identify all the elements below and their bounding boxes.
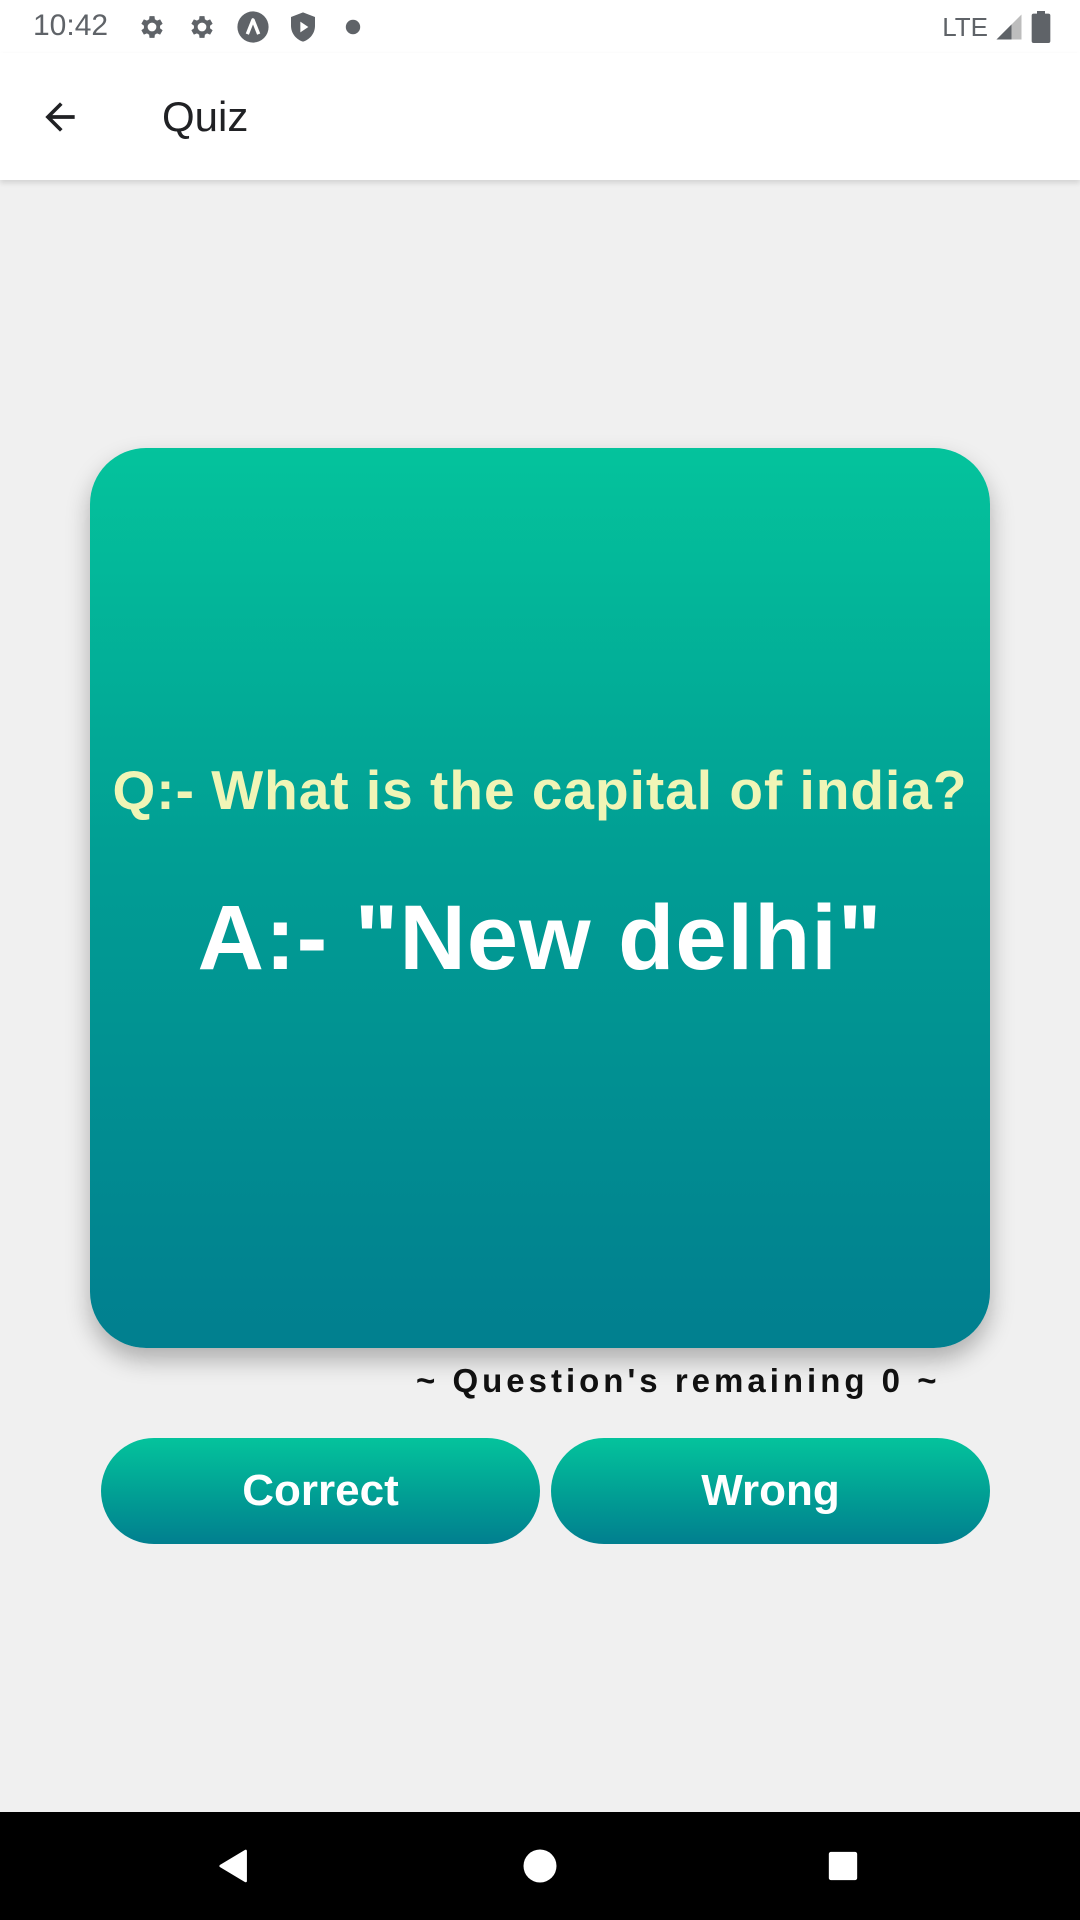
wrong-button[interactable]: Wrong bbox=[551, 1438, 990, 1544]
wrong-button-label: Wrong bbox=[701, 1466, 840, 1515]
back-button[interactable] bbox=[24, 81, 96, 153]
gear-icon bbox=[191, 16, 213, 38]
page-title: Quiz bbox=[162, 93, 249, 140]
status-right: LTE bbox=[942, 10, 1052, 44]
nav-back-icon bbox=[219, 1849, 247, 1883]
answer-text: A:- "New delhi" bbox=[197, 887, 883, 989]
nav-home-button[interactable] bbox=[506, 1832, 574, 1900]
network-type: LTE bbox=[942, 11, 988, 42]
correct-button-label: Correct bbox=[242, 1466, 399, 1515]
signal-icon bbox=[996, 14, 1022, 40]
question-text: Q:- What is the capital of india? bbox=[112, 759, 968, 821]
status-bar: 10:42 LTE bbox=[0, 0, 1080, 53]
dot-icon bbox=[345, 19, 361, 35]
arrow-back-icon bbox=[45, 102, 75, 132]
gear-icon bbox=[141, 16, 163, 38]
quiz-card: Q:- What is the capital of india? A:- "N… bbox=[90, 448, 990, 1348]
correct-button[interactable]: Correct bbox=[101, 1438, 540, 1544]
a-icon bbox=[237, 11, 269, 43]
shield-play-icon bbox=[291, 12, 315, 42]
app-bar: Quiz bbox=[0, 53, 1080, 180]
nav-recents-icon bbox=[828, 1851, 858, 1881]
questions-remaining-label: ~ Question's remaining 0 ~ bbox=[416, 1362, 941, 1399]
battery-icon bbox=[1031, 11, 1051, 43]
status-time: 10:42 bbox=[33, 9, 109, 42]
nav-home-icon bbox=[523, 1849, 557, 1883]
system-nav-bar bbox=[0, 1812, 1080, 1920]
nav-back-button[interactable] bbox=[200, 1832, 268, 1900]
nav-recents-button[interactable] bbox=[809, 1832, 877, 1900]
